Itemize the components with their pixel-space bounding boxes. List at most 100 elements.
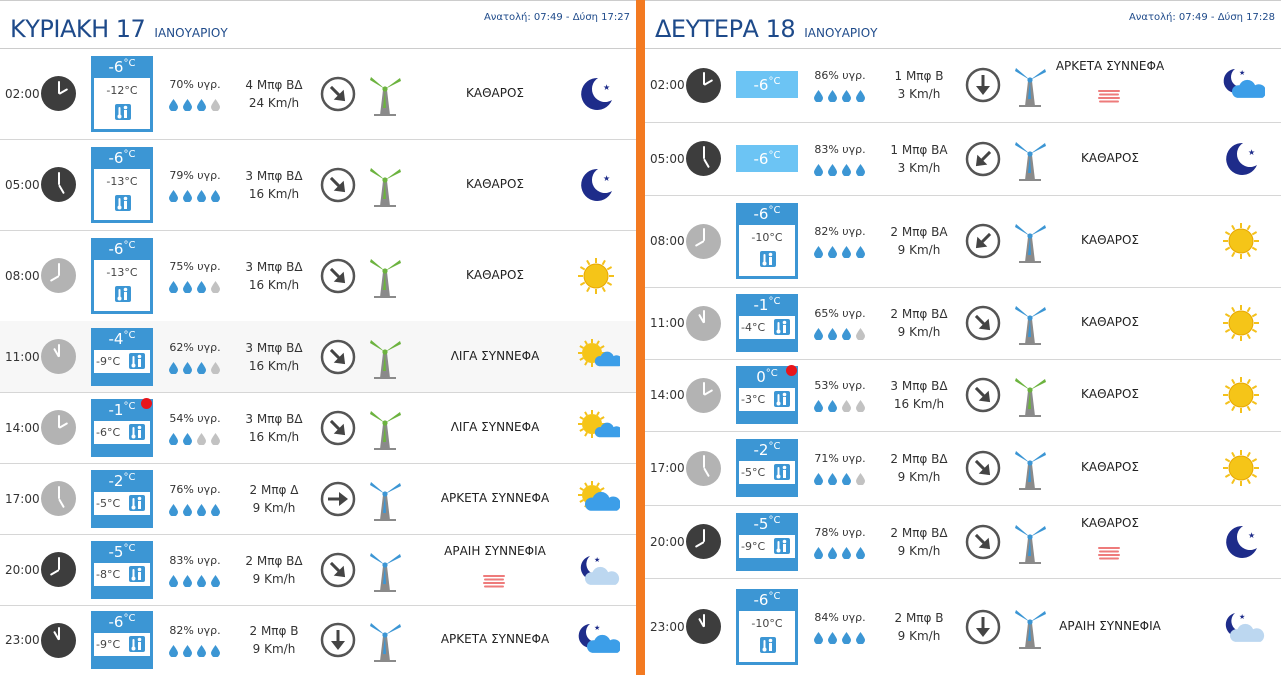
temperature-unit: °C bbox=[123, 542, 136, 554]
feels-like-person-icon bbox=[129, 352, 145, 369]
moon-icon: ★ bbox=[576, 74, 616, 114]
wind-direction-arrow-icon bbox=[965, 377, 1001, 413]
temperature-number: -1 bbox=[753, 296, 769, 314]
temperature-number: -6 bbox=[108, 148, 124, 167]
wind-speed: 16 Km/h bbox=[248, 358, 300, 373]
weather-condition: ΚΑΘΑΡΟΣ bbox=[1081, 315, 1139, 329]
clock-hour-hand bbox=[57, 184, 65, 194]
humidity-drop-icon bbox=[183, 278, 192, 293]
wind-info: 2 Μπφ Β 9 Km/h bbox=[879, 609, 959, 645]
humidity-drop-icon bbox=[169, 572, 178, 587]
svg-text:★: ★ bbox=[603, 174, 610, 183]
clock-hour-hand bbox=[694, 540, 704, 548]
weather-condition: ΚΑΘΑΡΟΣ bbox=[1081, 387, 1139, 401]
wind-direction-arrow-icon bbox=[320, 622, 356, 658]
feels-like-box: -9°C bbox=[739, 534, 795, 558]
wind-speed: 9 Km/h bbox=[897, 325, 941, 339]
humidity-drop-icon bbox=[211, 572, 220, 587]
temperature-unit: °C bbox=[768, 76, 781, 87]
moon-icon: ★ bbox=[1221, 139, 1261, 179]
forecast-row: 02:00 -6°C 86% υγρ. 1 Μπφ Β 3 Km/h ΑΡΚΕΤΑ ΣΥΝ… bbox=[645, 48, 1281, 123]
humidity-drop-icon bbox=[211, 278, 220, 293]
feels-like-person-icon bbox=[129, 494, 145, 511]
clock-minute-hand bbox=[57, 171, 60, 185]
wind-info: 2 Μπφ Β 9 Km/h bbox=[234, 622, 314, 658]
forecast-time: 08:00 bbox=[650, 234, 685, 248]
temperature-number: -2 bbox=[108, 471, 124, 490]
humidity-text: 54% υγρ. bbox=[169, 411, 221, 425]
humidity-text: 76% υγρ. bbox=[169, 482, 221, 496]
temperature-number: -6 bbox=[108, 613, 124, 631]
temperature-unit: °C bbox=[123, 57, 136, 69]
wind-speed: 16 Km/h bbox=[893, 397, 945, 411]
clock-minute-hand bbox=[57, 80, 60, 94]
clock-icon bbox=[41, 339, 76, 374]
wind-direction-arrow-icon bbox=[965, 305, 1001, 341]
svg-text:★: ★ bbox=[1248, 531, 1255, 540]
forecast-row: 05:00 -6°C 83% υγρ. 1 Μπφ ΒΑ 3 Km/h ΚΑΘΑΡΟΣ ★ bbox=[645, 122, 1281, 196]
humidity-drop-icon bbox=[197, 642, 206, 658]
wind-force: 4 Μπφ ΒΔ bbox=[245, 77, 303, 92]
humidity-drop-icon bbox=[828, 629, 837, 644]
forecast-row: 23:00 -6°C -10°C 84% υγρ. 2 Μπφ Β 9 Km/h ΑΡΑΙΗ… bbox=[645, 578, 1281, 675]
wind-turbine-icon bbox=[366, 548, 404, 592]
temperature-box: -2°C -5°C bbox=[91, 469, 153, 528]
humidity-drop-icon bbox=[169, 187, 178, 202]
weather-condition: ΑΡΚΕΤΑ ΣΥΝΝΕΦΑ bbox=[1055, 59, 1165, 73]
forecast-row: 08:00 -6°C -13°C 75% υγρ. 3 Μπφ ΒΔ 16 Km/h ΚΑΘ… bbox=[0, 230, 636, 322]
wind-info: 3 Μπφ ΒΔ 16 Km/h bbox=[234, 339, 314, 375]
clock-icon bbox=[41, 258, 76, 293]
clock-icon bbox=[686, 67, 721, 103]
clock-icon bbox=[41, 622, 76, 658]
clock-icon bbox=[686, 305, 721, 341]
forecast-row: 08:00 -6°C -10°C 82% υγρ. 2 Μπφ ΒΑ 9 Km/h ΚΑΘΑ… bbox=[645, 195, 1281, 288]
day-header: ΚΥΡΙΑΚΗ 17 ΙΑΝΟΥΑΡΙΟΥ Ανατολή: 07:49 - Δ… bbox=[0, 0, 636, 49]
temperature-unit: °C bbox=[768, 590, 781, 602]
humidity-drop-icon bbox=[183, 359, 192, 374]
moon-cloud-icon: ★ bbox=[576, 620, 622, 660]
forecast-time: 17:00 bbox=[650, 461, 685, 475]
humidity-drop-icon bbox=[828, 161, 837, 176]
clock-hour-hand bbox=[49, 568, 59, 576]
clock-minute-hand bbox=[702, 228, 705, 241]
clock-hour-hand bbox=[57, 498, 65, 508]
weather-condition: ΑΡΚΕΤΑ ΣΥΝΝΕΦΑ bbox=[440, 632, 550, 646]
forecast-time: 05:00 bbox=[5, 177, 40, 192]
temperature-box: -1°C -4°C bbox=[736, 294, 798, 352]
forecast-row: 17:00 -2°C -5°C 76% υγρ. 2 Μπφ Δ 9 Km/h ΑΡΚΕΤΑ… bbox=[0, 463, 636, 535]
feels-like-box: -9°C bbox=[94, 633, 150, 656]
humidity-drop-icon bbox=[183, 501, 192, 516]
day-panel-sunday: ΚΥΡΙΑΚΗ 17 ΙΑΝΟΥΑΡΙΟΥ Ανατολή: 07:49 - Δ… bbox=[0, 0, 636, 675]
feels-like-person-icon bbox=[129, 565, 145, 582]
forecast-time: 23:00 bbox=[650, 619, 685, 634]
feels-like-temperature: -4°C bbox=[741, 321, 766, 334]
wind-direction-arrow-icon bbox=[965, 450, 1001, 486]
feels-like-temperature: -13°C bbox=[106, 174, 138, 188]
feels-like-temperature: -3°C bbox=[741, 393, 766, 406]
wind-turbine-icon bbox=[366, 406, 404, 450]
temperature-value: -2°C bbox=[736, 441, 798, 459]
weather-condition: ΑΡΑΙΗ ΣΥΝΝΕΦΙΑ bbox=[1059, 618, 1161, 633]
wind-speed: 16 Km/h bbox=[248, 429, 300, 444]
humidity-drop-icon bbox=[814, 629, 823, 644]
temperature-number: -6 bbox=[753, 205, 769, 223]
clock-minute-hand bbox=[57, 627, 60, 640]
wind-info: 2 Μπφ ΒΑ 9 Km/h bbox=[879, 223, 959, 259]
humidity-drop-icon bbox=[842, 243, 851, 259]
wind-force: 2 Μπφ ΒΔ bbox=[890, 307, 948, 321]
moon-haze-icon: ★ bbox=[576, 550, 620, 590]
wind-turbine-icon bbox=[366, 618, 404, 662]
humidity-text: 70% υγρ. bbox=[169, 77, 221, 91]
forecast-time: 20:00 bbox=[650, 534, 685, 549]
feels-like-box: -5°C bbox=[739, 461, 795, 484]
temperature-box: -6°C -10°C bbox=[736, 588, 798, 665]
forecast-time: 11:00 bbox=[650, 316, 685, 330]
wind-force: 3 Μπφ ΒΔ bbox=[245, 259, 303, 274]
svg-text:★: ★ bbox=[603, 83, 610, 92]
wind-force: 2 Μπφ Β bbox=[894, 610, 944, 625]
temperature-number: 0 bbox=[756, 368, 766, 386]
temperature-unit: °C bbox=[123, 329, 136, 341]
temperature-box: -6°C -13°C bbox=[91, 237, 153, 314]
temperature-value: -4°C bbox=[91, 330, 153, 348]
svg-text:★: ★ bbox=[594, 624, 600, 632]
